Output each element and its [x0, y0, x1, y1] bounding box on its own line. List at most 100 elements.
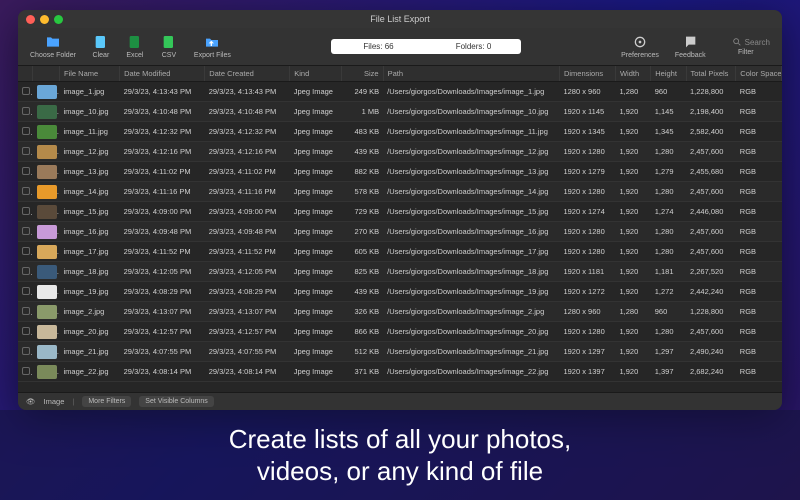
cell-dimensions: 1920 x 1280: [559, 222, 615, 242]
cell-height: 1,145: [651, 102, 686, 122]
excel-button[interactable]: Excel: [120, 32, 150, 61]
clear-button[interactable]: Clear: [86, 32, 116, 61]
cell-dimensions: 1920 x 1274: [559, 202, 615, 222]
table-row[interactable]: image_20.jpg29/3/23, 4:12:57 PM29/3/23, …: [18, 322, 782, 342]
cell-path: /Users/giorgos/Downloads/Images/image_2.…: [383, 302, 559, 322]
row-checkbox[interactable]: [22, 107, 30, 115]
col-header[interactable]: Dimensions: [559, 66, 615, 82]
cell-path: /Users/giorgos/Downloads/Images/image_15…: [383, 202, 559, 222]
cell-path: /Users/giorgos/Downloads/Images/image_22…: [383, 362, 559, 382]
row-checkbox[interactable]: [22, 187, 30, 195]
cell-modified: 29/3/23, 4:09:48 PM: [120, 222, 205, 242]
row-checkbox[interactable]: [22, 307, 30, 315]
row-checkbox[interactable]: [22, 247, 30, 255]
set-visible-columns-button[interactable]: Set Visible Columns: [139, 396, 214, 407]
cell-created: 29/3/23, 4:10:48 PM: [205, 102, 290, 122]
cell-filename: image_2.jpg: [59, 302, 119, 322]
feedback-button[interactable]: Feedback: [669, 32, 712, 61]
row-checkbox[interactable]: [22, 347, 30, 355]
choose-folder-button[interactable]: Choose Folder: [24, 32, 82, 61]
table-row[interactable]: image_17.jpg29/3/23, 4:11:52 PM29/3/23, …: [18, 242, 782, 262]
table-row[interactable]: image_21.jpg29/3/23, 4:07:55 PM29/3/23, …: [18, 342, 782, 362]
table-row[interactable]: image_10.jpg29/3/23, 4:10:48 PM29/3/23, …: [18, 102, 782, 122]
col-header[interactable]: [33, 66, 60, 82]
row-checkbox[interactable]: [22, 287, 30, 295]
cell-size: 270 KB: [342, 222, 383, 242]
cell-dimensions: 1920 x 1297: [559, 342, 615, 362]
col-header[interactable]: Date Created: [205, 66, 290, 82]
row-checkbox[interactable]: [22, 327, 30, 335]
table-row[interactable]: image_18.jpg29/3/23, 4:12:05 PM29/3/23, …: [18, 262, 782, 282]
col-header[interactable]: Date Modified: [120, 66, 205, 82]
row-checkbox[interactable]: [22, 87, 30, 95]
table-row[interactable]: image_2.jpg29/3/23, 4:13:07 PM29/3/23, 4…: [18, 302, 782, 322]
row-checkbox[interactable]: [22, 227, 30, 235]
cell-colorspace: RGB: [736, 222, 782, 242]
cell-created: 29/3/23, 4:09:48 PM: [205, 222, 290, 242]
cell-filename: image_17.jpg: [59, 242, 119, 262]
hero-line1: Create lists of all your photos,: [229, 423, 572, 456]
table-header-row[interactable]: File NameDate ModifiedDate CreatedKindSi…: [18, 66, 782, 82]
files-value: 66: [385, 42, 394, 51]
cell-kind: Jpeg Image: [290, 82, 342, 102]
cell-modified: 29/3/23, 4:13:07 PM: [120, 302, 205, 322]
table-row[interactable]: image_14.jpg29/3/23, 4:11:16 PM29/3/23, …: [18, 182, 782, 202]
cell-path: /Users/giorgos/Downloads/Images/image_11…: [383, 122, 559, 142]
table-row[interactable]: image_19.jpg29/3/23, 4:08:29 PM29/3/23, …: [18, 282, 782, 302]
col-header[interactable]: Size: [342, 66, 383, 82]
window-title: File List Export: [18, 14, 782, 24]
col-header[interactable]: [18, 66, 33, 82]
cell-colorspace: RGB: [736, 302, 782, 322]
cell-pixels: 2,198,400: [686, 102, 736, 122]
col-header[interactable]: Width: [615, 66, 650, 82]
table-row[interactable]: image_15.jpg29/3/23, 4:09:00 PM29/3/23, …: [18, 202, 782, 222]
col-header[interactable]: File Name: [59, 66, 119, 82]
cell-size: 326 KB: [342, 302, 383, 322]
cell-width: 1,280: [615, 82, 650, 102]
cell-size: 578 KB: [342, 182, 383, 202]
row-checkbox[interactable]: [22, 207, 30, 215]
filter-button[interactable]: Search Filter: [716, 35, 776, 58]
cell-created: 29/3/23, 4:13:07 PM: [205, 302, 290, 322]
chat-icon: [681, 34, 699, 50]
col-header[interactable]: Total Pixels: [686, 66, 736, 82]
image-toggle[interactable]: Image: [44, 397, 65, 406]
table-row[interactable]: image_13.jpg29/3/23, 4:11:02 PM29/3/23, …: [18, 162, 782, 182]
col-header[interactable]: Kind: [290, 66, 342, 82]
cell-pixels: 1,228,800: [686, 302, 736, 322]
cell-height: 1,181: [651, 262, 686, 282]
eye-icon[interactable]: 👁: [26, 397, 36, 406]
csv-button[interactable]: CSV: [154, 32, 184, 61]
cell-dimensions: 1920 x 1397: [559, 362, 615, 382]
table-row[interactable]: image_1.jpg29/3/23, 4:13:43 PM29/3/23, 4…: [18, 82, 782, 102]
toolbar: Choose Folder Clear Excel CSV Export Fil…: [18, 28, 782, 66]
cell-modified: 29/3/23, 4:10:48 PM: [120, 102, 205, 122]
app-window: File List Export Choose Folder Clear Exc…: [18, 10, 782, 410]
cell-created: 29/3/23, 4:09:00 PM: [205, 202, 290, 222]
row-checkbox[interactable]: [22, 267, 30, 275]
export-files-button[interactable]: Export Files: [188, 32, 237, 61]
row-checkbox[interactable]: [22, 167, 30, 175]
row-checkbox[interactable]: [22, 147, 30, 155]
col-header[interactable]: Color Space: [736, 66, 782, 82]
thumbnail: [37, 365, 57, 379]
cell-path: /Users/giorgos/Downloads/Images/image_21…: [383, 342, 559, 362]
col-header[interactable]: Height: [651, 66, 686, 82]
cell-colorspace: RGB: [736, 102, 782, 122]
table-row[interactable]: image_16.jpg29/3/23, 4:09:48 PM29/3/23, …: [18, 222, 782, 242]
preferences-button[interactable]: Preferences: [615, 32, 665, 61]
search-placeholder: Search: [745, 38, 770, 47]
col-header[interactable]: Path: [383, 66, 559, 82]
cell-pixels: 2,457,600: [686, 322, 736, 342]
more-filters-button[interactable]: More Filters: [82, 396, 131, 407]
thumbnail: [37, 225, 57, 239]
cell-size: 439 KB: [342, 282, 383, 302]
row-checkbox[interactable]: [22, 127, 30, 135]
row-checkbox[interactable]: [22, 367, 30, 375]
cell-pixels: 2,442,240: [686, 282, 736, 302]
table-row[interactable]: image_11.jpg29/3/23, 4:12:32 PM29/3/23, …: [18, 122, 782, 142]
cell-filename: image_18.jpg: [59, 262, 119, 282]
table-row[interactable]: image_22.jpg29/3/23, 4:08:14 PM29/3/23, …: [18, 362, 782, 382]
table-row[interactable]: image_12.jpg29/3/23, 4:12:16 PM29/3/23, …: [18, 142, 782, 162]
cell-filename: image_21.jpg: [59, 342, 119, 362]
